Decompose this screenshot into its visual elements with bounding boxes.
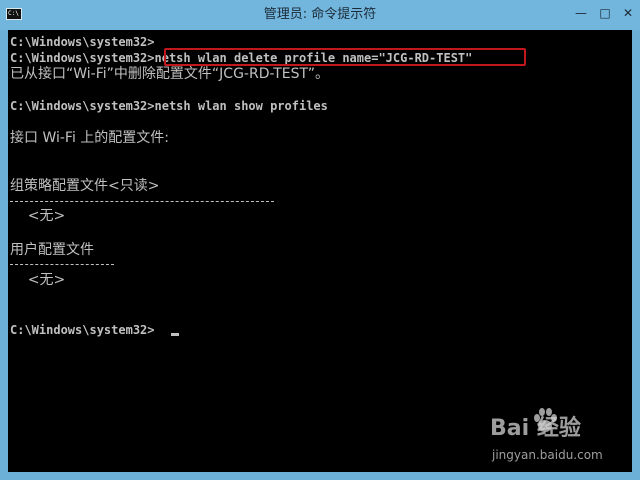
group-policy-underline xyxy=(10,201,274,202)
title-bar[interactable]: C:\ 管理员: 命令提示符 — □ ✕ xyxy=(0,0,640,30)
console-line-group-policy-none: <无> xyxy=(10,208,66,224)
command-highlight-box xyxy=(164,48,526,66)
console-line-user-profiles-heading: 用户配置文件 xyxy=(10,242,94,258)
console-line-prompt-current: C:\Windows\system32> xyxy=(10,323,155,337)
text-cursor xyxy=(171,333,179,336)
console-line-delete-result: 已从接口“Wi-Fi”中删除配置文件“JCG-RD-TEST”。 xyxy=(10,66,330,82)
command-prompt-window: C:\ 管理员: 命令提示符 — □ ✕ C:\Windows\system32… xyxy=(0,0,640,480)
window-title: 管理员: 命令提示符 xyxy=(263,7,377,22)
console-line-group-policy-heading: 组策略配置文件<只读> xyxy=(10,178,160,194)
paw-icon xyxy=(534,408,557,432)
minimize-button[interactable]: — xyxy=(570,4,592,22)
maximize-button[interactable]: □ xyxy=(594,4,616,22)
baidu-jingyan-watermark: Bai 经验 jingyan.baidu.com xyxy=(490,402,630,472)
close-button[interactable]: ✕ xyxy=(618,4,638,22)
console-line-show-command: C:\Windows\system32>netsh wlan show prof… xyxy=(10,99,328,113)
watermark-url: jingyan.baidu.com xyxy=(492,448,603,462)
console-line-profiles-header: 接口 Wi-Fi 上的配置文件: xyxy=(10,130,170,146)
console-line-user-profiles-none: <无> xyxy=(10,272,66,288)
user-profiles-underline xyxy=(10,264,114,265)
